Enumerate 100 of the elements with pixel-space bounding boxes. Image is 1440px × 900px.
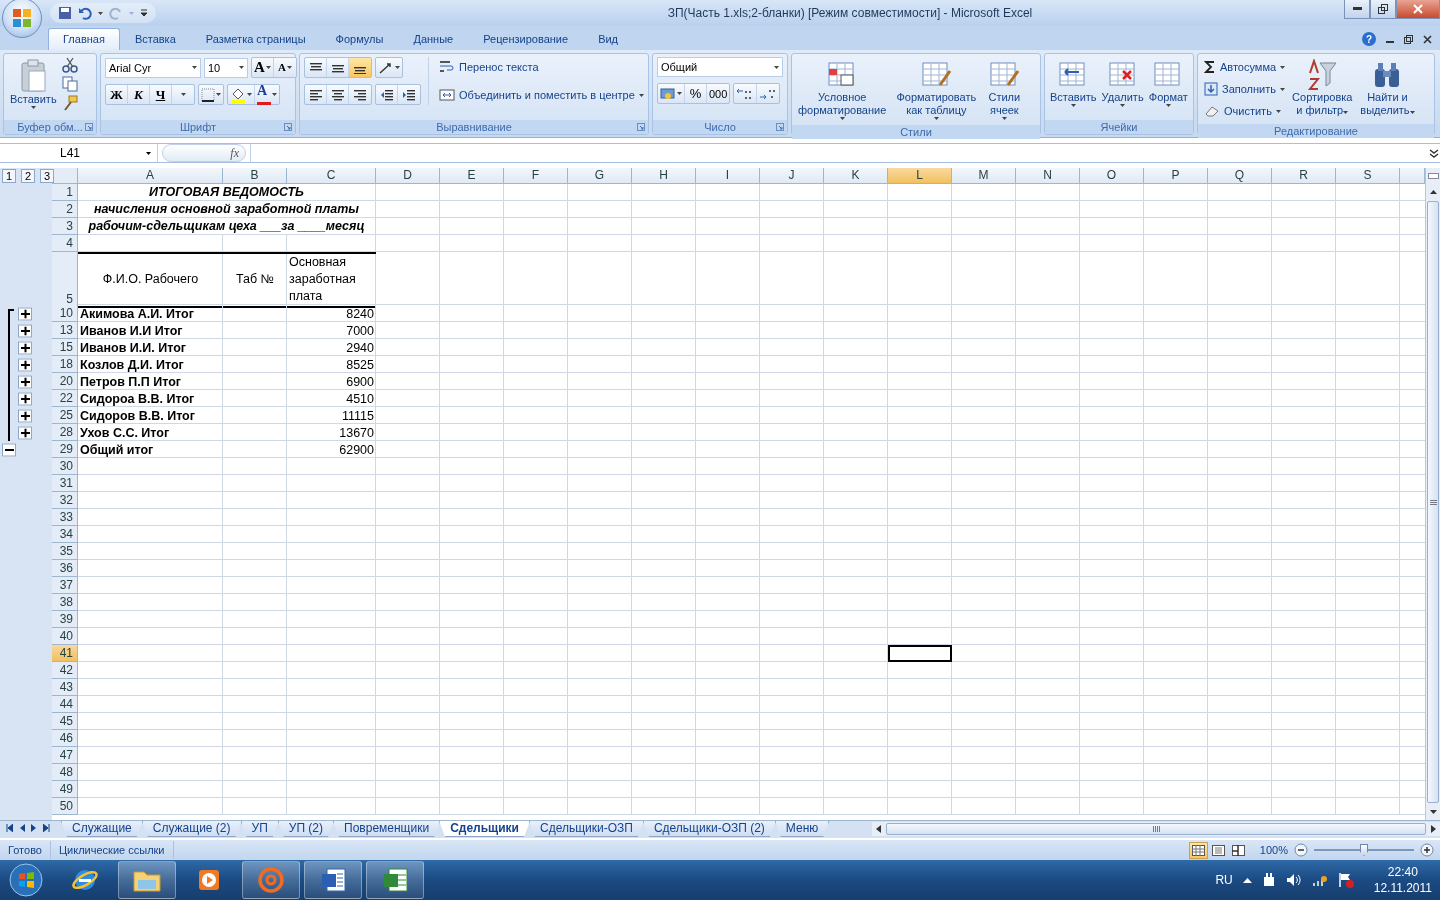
ribbon-tab[interactable]: Вставка [119,28,191,50]
ribbon-tab[interactable]: Данные [398,28,469,50]
collapse-group-button[interactable] [2,443,16,456]
row-header[interactable]: 5 [52,252,78,308]
row-header[interactable]: 34 [52,526,78,543]
column-header[interactable]: Q [1208,168,1272,184]
dialog-launcher-icon[interactable] [637,123,645,131]
row-header[interactable]: 43 [52,679,78,696]
row-header[interactable]: 31 [52,475,78,492]
zoom-level[interactable]: 100% [1259,844,1288,856]
taskbar-app[interactable] [366,861,424,899]
row-header[interactable]: 20 [52,373,78,390]
office-button[interactable] [2,0,42,38]
vertical-align-button[interactable] [349,58,371,77]
row-header[interactable]: 15 [52,339,78,356]
column-header[interactable]: H [632,168,696,184]
column-header[interactable]: O [1080,168,1144,184]
sheet-tab[interactable]: УП [240,821,279,837]
orientation-button[interactable] [375,57,403,78]
column-header[interactable]: N [1016,168,1080,184]
row-header[interactable]: 10 [52,305,78,322]
shrink-font-button[interactable]: A [274,58,296,77]
expand-group-button[interactable] [18,392,32,405]
cells-button[interactable]: Формат [1147,57,1189,109]
column-header[interactable]: J [760,168,824,184]
grow-font-button[interactable]: A [252,58,274,77]
sheet-tab[interactable]: УП (2) [277,821,335,837]
column-header[interactable]: A [78,168,223,184]
editing-button[interactable]: Автосумма [1202,57,1288,77]
zoom-thumb[interactable] [1360,844,1368,856]
row-header[interactable]: 25 [52,407,78,424]
row-header[interactable]: 18 [52,356,78,373]
ribbon-tab[interactable]: Вид [583,28,634,50]
outline-level-button[interactable]: 1 [2,169,16,183]
outline-level-button[interactable]: 2 [21,169,35,183]
row-header[interactable]: 40 [52,628,78,645]
column-header[interactable]: G [568,168,632,184]
column-header[interactable]: P [1144,168,1208,184]
row-header[interactable]: 50 [52,798,78,815]
taskbar-app[interactable] [118,861,176,899]
style-button[interactable]: Форматировать как таблицу [891,57,982,122]
style-button[interactable]: Условное форматирование [796,57,889,122]
dialog-launcher-icon[interactable] [284,123,292,131]
expand-group-button[interactable] [18,358,32,371]
view-button[interactable] [1188,841,1208,859]
row-header[interactable]: 48 [52,764,78,781]
taskbar-app[interactable] [304,861,362,899]
italic-button[interactable]: К [128,85,150,104]
row-header[interactable]: 29 [52,441,78,458]
outline-level-button[interactable]: 3 [40,169,54,183]
expand-group-button[interactable] [18,426,32,439]
merge-center-button[interactable]: Объединить и поместить в центре [437,85,646,105]
column-header[interactable]: I [696,168,760,184]
minimize-button[interactable] [1344,0,1370,19]
bold-button[interactable]: Ж [106,85,128,104]
row-header[interactable]: 47 [52,747,78,764]
row-header[interactable]: 36 [52,560,78,577]
column-header[interactable]: S [1336,168,1400,184]
column-header[interactable]: B [223,168,287,184]
cells-button[interactable]: Вставить [1049,57,1098,109]
font-name-field[interactable]: Arial Cyr [105,57,201,78]
cells-button[interactable]: Удалить [1100,57,1145,109]
column-header[interactable]: K [824,168,888,184]
ribbon-tab[interactable]: Разметка страницы [190,28,321,50]
row-header[interactable]: 39 [52,611,78,628]
sheet-tab[interactable]: Служащие [61,821,143,837]
row-header[interactable]: 28 [52,424,78,441]
font-color-button[interactable]: A [255,85,279,104]
row-header[interactable]: 46 [52,730,78,747]
wrap-text-button[interactable]: Перенос текста [437,57,646,77]
font-size-field[interactable]: 10 [204,57,248,78]
row-header[interactable]: 33 [52,509,78,526]
currency-button[interactable] [658,84,685,103]
row-header[interactable]: 13 [52,322,78,339]
row-header[interactable]: 41 [52,645,78,662]
row-header[interactable]: 22 [52,390,78,407]
dialog-launcher-icon[interactable] [85,123,93,131]
column-header[interactable]: C [287,168,376,184]
expand-group-button[interactable] [18,307,32,320]
row-header[interactable]: 2 [52,201,78,218]
sheet-tab[interactable]: Сдельщики-ОЗП (2) [642,821,776,837]
column-header[interactable]: E [440,168,504,184]
row-header[interactable]: 32 [52,492,78,509]
row-header[interactable]: 45 [52,713,78,730]
number-format-field[interactable]: Общий [657,57,783,77]
sheet-tab[interactable]: Сдельщики [439,821,530,837]
sheet-tab[interactable]: Служащие (2) [141,821,242,837]
fill-color-button[interactable] [228,85,255,104]
column-header[interactable]: L [888,168,952,184]
column-header[interactable]: M [952,168,1016,184]
editing-large-button[interactable]: Найти и выделить [1357,57,1418,119]
thousands-button[interactable]: 000 [707,84,730,103]
editing-large-button[interactable]: Сортировка и фильтр [1290,57,1355,119]
row-header[interactable]: 38 [52,594,78,611]
dialog-launcher-icon[interactable] [776,123,784,131]
borders-button[interactable] [198,84,224,105]
style-button[interactable]: Стили ячеек [984,57,1025,122]
row-header[interactable]: 1 [52,184,78,201]
row-header[interactable]: 37 [52,577,78,594]
sheet-tab[interactable]: Повременщики [333,821,441,837]
